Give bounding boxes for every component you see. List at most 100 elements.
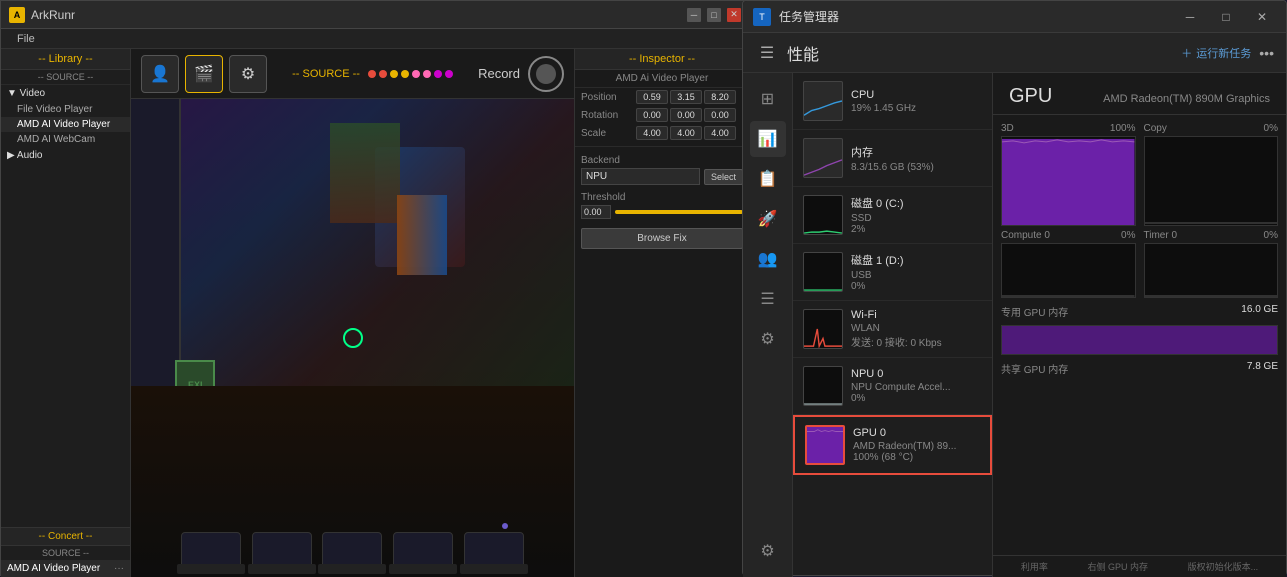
list-item-npu[interactable]: NPU 0 NPU Compute Accel... 0% xyxy=(793,358,992,415)
tm-hamburger-icon[interactable]: ☰ xyxy=(755,41,779,65)
scale-z[interactable] xyxy=(704,126,736,140)
footer-label-3: 版权初始化版本... xyxy=(1188,560,1259,573)
source-dots xyxy=(368,70,453,78)
disk0-info: 磁盘 0 (C:) SSD 2% xyxy=(851,195,982,235)
shared-gpu-mem-val: 7.8 GE xyxy=(1247,361,1278,376)
tm-sidebar-users[interactable]: 👥 xyxy=(750,241,786,277)
video-section[interactable]: ▼ Video xyxy=(1,85,130,102)
tm-more-button[interactable]: ••• xyxy=(1259,45,1274,61)
tm-sidebar-settings[interactable]: ⚙ xyxy=(750,533,786,569)
scene-tanks xyxy=(175,520,529,568)
tm-minimize-button[interactable]: ─ xyxy=(1176,6,1204,28)
scene-indicator xyxy=(502,523,508,529)
gpu-timer-label-row: Timer 0 0% xyxy=(1144,230,1279,241)
inspector-panel: -- Inspector -- AMD Ai Video Player Posi… xyxy=(574,49,749,577)
list-item-wifi[interactable]: Wi-Fi WLAN 发送: 0 接收: 0 Kbps xyxy=(793,301,992,358)
record-button[interactable] xyxy=(528,56,564,92)
browse-fix-button[interactable]: Browse Fix xyxy=(581,228,743,249)
lib-item-file-video[interactable]: File Video Player xyxy=(1,102,130,117)
threshold-input[interactable] xyxy=(581,205,611,219)
tm-close-button[interactable]: ✕ xyxy=(1248,6,1276,28)
gpu-3d-label: 3D xyxy=(1001,123,1014,134)
list-item-memory[interactable]: 内存 8.3/15.6 GB (53%) xyxy=(793,130,992,187)
list-item-disk0[interactable]: 磁盘 0 (C:) SSD 2% xyxy=(793,187,992,244)
gpu-compute-section: Compute 0 0% xyxy=(1001,230,1136,298)
active-player-label: AMD AI Video Player xyxy=(7,563,100,574)
tm-footer-labels: 利用率 右侧 GPU 内存 版权初始化版本... xyxy=(993,555,1286,577)
footer-label-1: 利用率 xyxy=(1021,560,1048,573)
lib-item-amd-webcam[interactable]: AMD AI WebCam xyxy=(1,132,130,147)
tool-btn-1[interactable]: 👤 xyxy=(141,55,179,93)
gpu-bottom-graphs: Compute 0 0% Timer 0 xyxy=(1001,230,1278,298)
close-button[interactable]: ✕ xyxy=(727,8,741,22)
rotation-y[interactable] xyxy=(670,108,702,122)
dot-3 xyxy=(390,70,398,78)
arkrunr-menubar: File xyxy=(1,29,749,49)
tool-btn-2[interactable]: 🎬 xyxy=(185,55,223,93)
rotation-row: Rotation xyxy=(575,106,749,124)
select-button[interactable]: Select xyxy=(704,169,743,185)
gpu-3d-pct: 100% xyxy=(1110,123,1136,134)
main-content: 👤 🎬 ⚙ -- SOURCE -- xyxy=(131,49,574,577)
cpu-name: CPU xyxy=(851,89,982,101)
scale-x[interactable] xyxy=(636,126,668,140)
npu-name: NPU 0 xyxy=(851,368,982,380)
file-menu[interactable]: File xyxy=(9,33,43,45)
rotation-x[interactable] xyxy=(636,108,668,122)
gpu-timer-graph xyxy=(1144,243,1279,298)
memory-graph xyxy=(803,138,843,178)
scale-y[interactable] xyxy=(670,126,702,140)
concert-source: SOURCE -- xyxy=(1,546,130,560)
maximize-button[interactable]: □ xyxy=(707,8,721,22)
disk1-pct: 0% xyxy=(851,281,982,292)
scale-row: Scale xyxy=(575,124,749,142)
backend-select: NPU Select xyxy=(581,168,743,185)
audio-section[interactable]: ▶ Audio xyxy=(1,147,130,164)
tm-sidebar-performance[interactable]: 📊 xyxy=(750,121,786,157)
disk1-info: 磁盘 1 (D:) USB 0% xyxy=(851,252,982,292)
dot-5 xyxy=(412,70,420,78)
active-player-item[interactable]: AMD AI Video Player ··· xyxy=(1,560,130,577)
minimize-button[interactable]: ─ xyxy=(687,8,701,22)
threshold-slider[interactable] xyxy=(615,210,743,214)
tm-detail-panel: GPU AMD Radeon(TM) 890M Graphics 3D 100% xyxy=(993,73,1286,577)
position-x[interactable] xyxy=(636,90,668,104)
rotation-z[interactable] xyxy=(704,108,736,122)
npu-info: NPU 0 NPU Compute Accel... 0% xyxy=(851,368,982,404)
disk1-graph xyxy=(803,252,843,292)
tm-new-task-button[interactable]: ＋ 运行新任务 xyxy=(1181,45,1251,61)
tm-maximize-button[interactable]: □ xyxy=(1212,6,1240,28)
gpu-3d-section: 3D 100% xyxy=(1001,123,1136,226)
list-item-gpu[interactable]: GPU 0 AMD Radeon(TM) 89... 100% (68 °C) xyxy=(793,415,992,475)
gpu-top-graphs: 3D 100% Copy xyxy=(1001,123,1278,226)
taskmanager-window: T 任务管理器 ─ □ ✕ ☰ 性能 ＋ 运行新任务 ••• ⊞ 📊 📋 🚀 👥… xyxy=(742,0,1287,576)
arkrunr-title: ArkRunr xyxy=(31,8,687,22)
graffiti-panel-3 xyxy=(397,195,447,275)
position-z[interactable] xyxy=(704,90,736,104)
gpu-timer-section: Timer 0 0% xyxy=(1144,230,1279,298)
position-y[interactable] xyxy=(670,90,702,104)
new-task-icon: ＋ xyxy=(1181,45,1192,61)
library-header: -- Library -- xyxy=(1,49,130,70)
gpu-copy-label-row: Copy 0% xyxy=(1144,123,1279,134)
inspector-header: -- Inspector -- xyxy=(575,49,749,70)
tank-4 xyxy=(393,532,453,567)
tm-sidebar-details[interactable]: ☰ xyxy=(750,281,786,317)
arkrunr-app-icon: A xyxy=(9,7,25,23)
tm-sidebar-apphistory[interactable]: 📋 xyxy=(750,161,786,197)
arkrunr-titlebar: A ArkRunr ─ □ ✕ xyxy=(1,1,749,29)
lib-item-amd-video[interactable]: AMD AI Video Player xyxy=(1,117,130,132)
gpu-header: GPU AMD Radeon(TM) 890M Graphics xyxy=(993,73,1286,115)
backend-value: NPU xyxy=(581,168,700,185)
list-item-cpu[interactable]: CPU 19% 1.45 GHz xyxy=(793,73,992,130)
tank-3 xyxy=(322,532,382,567)
tm-sidebar-services[interactable]: ⚙ xyxy=(750,321,786,357)
tm-sidebar-startup[interactable]: 🚀 xyxy=(750,201,786,237)
tool-btn-3[interactable]: ⚙ xyxy=(229,55,267,93)
list-item-disk1[interactable]: 磁盘 1 (D:) USB 0% xyxy=(793,244,992,301)
tm-sidebar-overview[interactable]: ⊞ xyxy=(750,81,786,117)
tm-toolbar: ☰ 性能 ＋ 运行新任务 ••• xyxy=(743,33,1286,73)
gpu-name: GPU 0 xyxy=(853,427,980,439)
disk1-sub: USB xyxy=(851,270,982,281)
scale-label: Scale xyxy=(581,128,636,139)
